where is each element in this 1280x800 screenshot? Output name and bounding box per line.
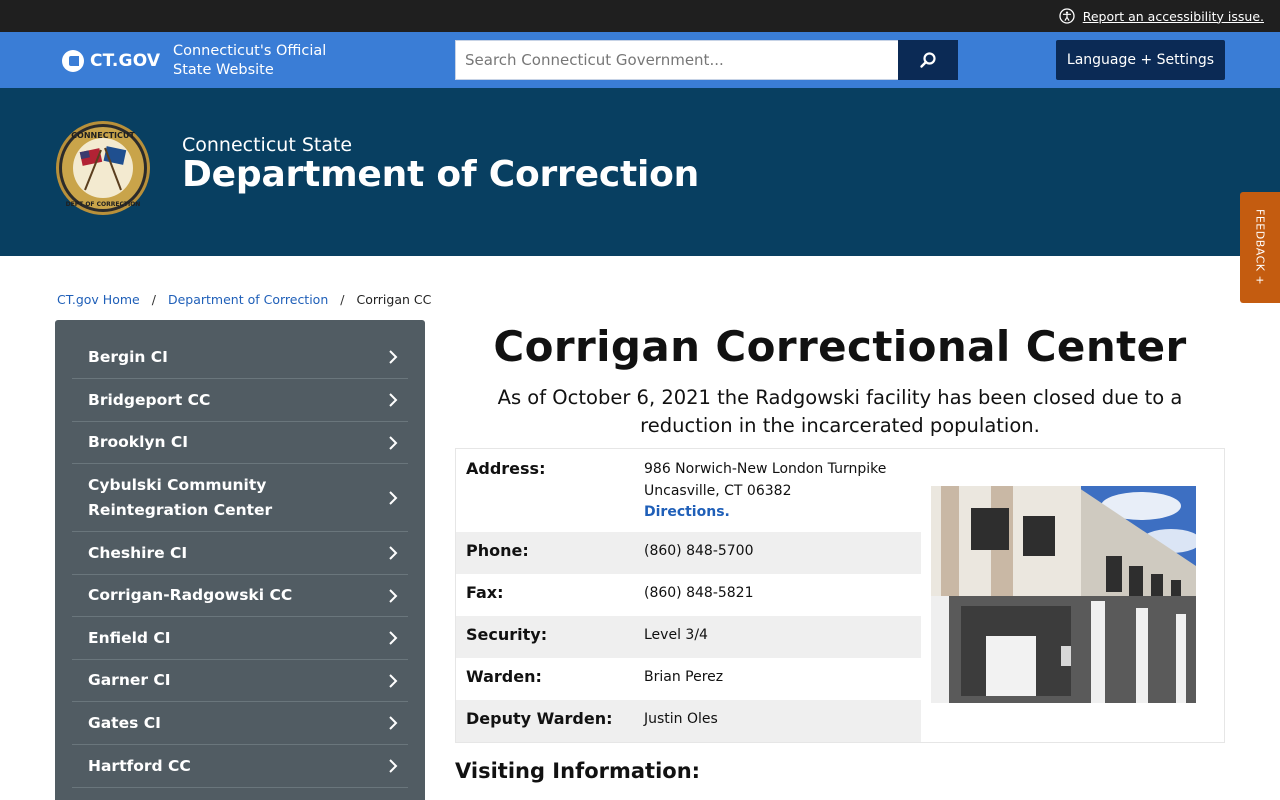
deputy-warden-label: Deputy Warden: [466,709,613,728]
fax-label: Fax: [466,583,504,602]
info-row-warden: Warden: Brian Perez [456,658,921,700]
sidebar-item-label: Cybulski Community Reintegration Center [88,475,273,519]
sidebar-item-garner[interactable]: Garner CI [72,660,408,702]
chevron-right-icon [389,393,398,407]
address-line2: Uncasville, CT 06382 [644,482,792,499]
language-settings-button[interactable]: Language + Settings [1056,40,1225,80]
doc-seal-icon[interactable]: CONNECTICUT DEPT OF CORRECTION [55,120,151,216]
fax-value: (860) 848-5821 [644,585,754,601]
ctgov-logo[interactable]: CT.GOV [62,50,160,72]
address-label: Address: [466,459,546,478]
sidebar-item-label: Garner CI [88,671,171,689]
chevron-right-icon [389,716,398,730]
warden-value: Brian Perez [644,669,724,685]
info-row-fax: Fax: (860) 848-5821 [456,574,921,616]
sidebar-item-label: Hartford CC [88,756,191,775]
ctgov-logo-icon [62,50,84,72]
sidebar-item-brooklyn[interactable]: Brooklyn CI [72,422,408,464]
breadcrumb-department[interactable]: Department of Correction [168,292,328,307]
breadcrumb-separator: / [340,292,345,307]
facility-info-table: Address: 986 Norwich-New London Turnpike… [456,449,921,742]
accessibility-report-link[interactable]: Report an accessibility issue. [1059,8,1264,24]
address-value: 986 Norwich-New London Turnpike Uncasvil… [644,459,886,524]
chevron-right-icon [389,350,398,364]
facility-info-box: Address: 986 Norwich-New London Turnpike… [455,448,1225,743]
info-row-phone: Phone: (860) 848-5700 [456,532,921,574]
sidebar-item-enfield[interactable]: Enfield CI [72,617,408,660]
visiting-info-heading: Visiting Information: [455,759,701,783]
directions-link[interactable]: Directions. [644,504,730,520]
chevron-right-icon [389,759,398,773]
info-row-security: Security: Level 3/4 [456,616,921,658]
search-button[interactable] [898,40,958,80]
sidebar-item-label: Gates CI [88,713,161,732]
svg-text:CONNECTICUT: CONNECTICUT [71,131,135,140]
agency-title[interactable]: Department of Correction [182,154,699,195]
ctgov-tagline: Connecticut's Official State Website [173,43,327,78]
chevron-right-icon [389,631,398,645]
security-label: Security: [466,625,548,644]
agency-banner: CONNECTICUT DEPT OF CORRECTION Connectic… [0,88,1280,256]
sidebar-item-label: Brooklyn CI [88,433,189,451]
breadcrumb-separator: / [151,292,156,307]
page-title: Corrigan Correctional Center [493,322,1187,371]
accessibility-report-label[interactable]: Report an accessibility issue. [1083,9,1264,24]
chevron-right-icon [389,673,398,688]
sidebar-item-label: Corrigan-Radgowski CC [88,586,293,604]
chevron-right-icon [389,435,398,450]
chevron-right-icon [389,490,398,505]
chevron-right-icon [389,546,398,560]
search-input[interactable] [455,40,898,80]
search-icon [920,52,936,68]
sidebar-item-cybulski[interactable]: Cybulski Community Reintegration Center [72,464,408,532]
sidebar-item-label: Bridgeport CC [88,390,211,409]
sidebar-item-label: Enfield CI [88,628,171,647]
warden-label: Warden: [466,667,542,686]
svg-text:DEPT OF CORRECTION: DEPT OF CORRECTION [66,201,141,208]
sidebar-item-cheshire[interactable]: Cheshire CI [72,532,408,575]
search-bar [455,40,958,80]
breadcrumb-current: Corrigan CC [356,292,432,307]
breadcrumb-ctgov-home[interactable]: CT.gov Home [57,292,140,307]
sidebar-item-corrigan-radgowski[interactable]: Corrigan-Radgowski CC [72,575,408,617]
accessibility-icon [1059,8,1075,24]
security-value: Level 3/4 [644,627,708,643]
address-line1: 986 Norwich-New London Turnpike [644,461,887,477]
facility-sidebar: Bergin CI Bridgeport CC Brooklyn CI Cybu… [55,320,425,800]
closure-notice: As of October 6, 2021 the Radgowski faci… [497,386,1183,437]
sidebar-item-bergin[interactable]: Bergin CI [72,336,408,379]
sidebar-item-bridgeport[interactable]: Bridgeport CC [72,379,408,422]
facility-photo [931,486,1196,703]
sidebar-item-label: Bergin CI [88,347,168,366]
chevron-right-icon [389,588,398,603]
sidebar-item-label: Cheshire CI [88,543,188,562]
info-row-deputy-warden: Deputy Warden: Justin Oles [456,700,921,742]
feedback-tab[interactable]: FEEDBACK + [1240,192,1280,303]
feedback-label: FEEDBACK + [1253,209,1267,286]
ctgov-logo-text: CT.GOV [90,51,161,71]
breadcrumb: CT.gov Home / Department of Correction /… [57,292,431,307]
agency-subtitle: Connecticut State [182,134,353,156]
phone-label: Phone: [466,541,529,560]
utility-bar: Report an accessibility issue. [0,0,1280,32]
sidebar-item-hartford[interactable]: Hartford CC [72,745,408,788]
phone-value: (860) 848-5700 [644,543,754,559]
deputy-warden-value: Justin Oles [644,711,718,727]
sidebar-item-gates[interactable]: Gates CI [72,702,408,745]
info-row-address: Address: 986 Norwich-New London Turnpike… [456,449,921,532]
